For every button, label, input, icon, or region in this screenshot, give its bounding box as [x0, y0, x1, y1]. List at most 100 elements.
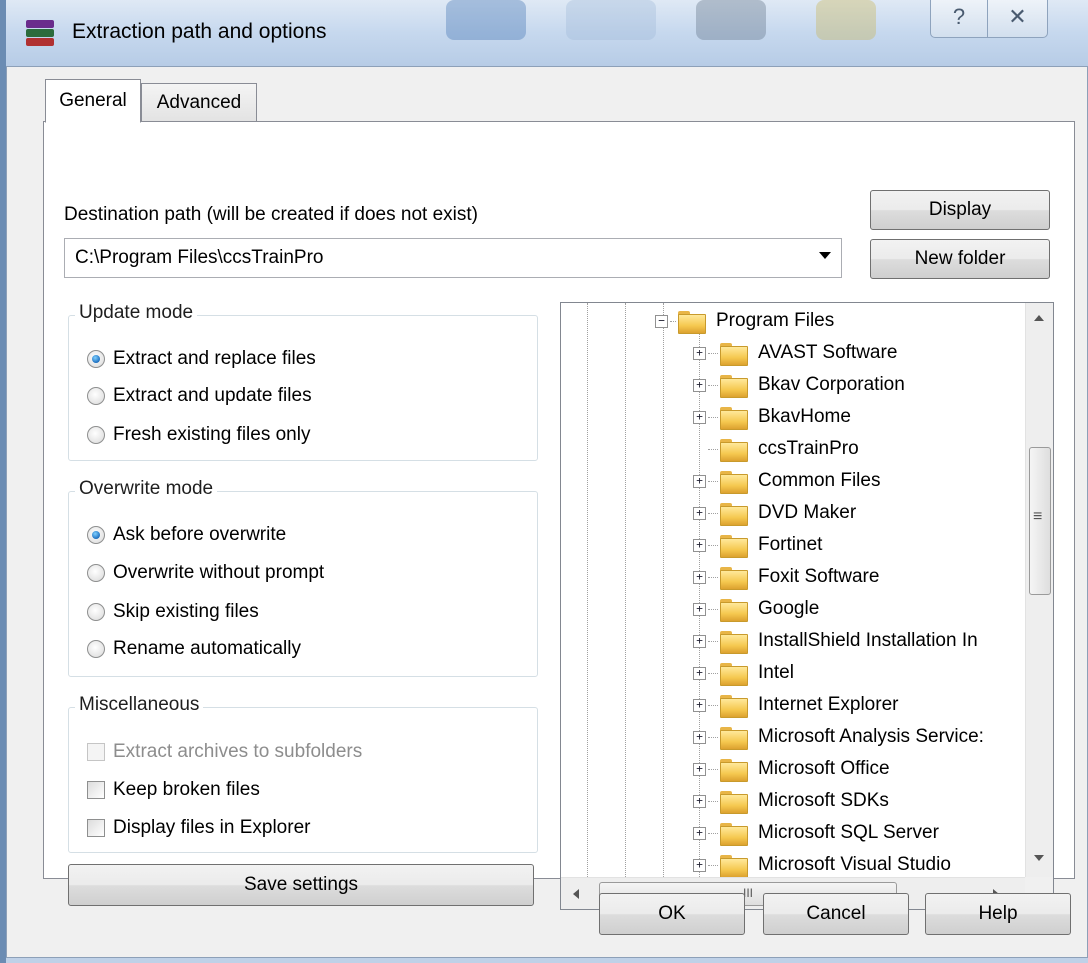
expand-icon[interactable]: +	[693, 794, 706, 808]
radio-label: Fresh existing files only	[113, 424, 311, 445]
checkbox-disabled	[87, 743, 105, 761]
tree-node-label: DVD Maker	[758, 502, 857, 523]
tree-guide-line	[625, 303, 626, 877]
tree-node-folder[interactable]: + AVAST Software	[693, 337, 897, 369]
tab-advanced[interactable]: Advanced	[141, 83, 257, 121]
cancel-button[interactable]: Cancel	[763, 893, 909, 935]
radio-button-selected[interactable]	[87, 350, 105, 368]
tree-node-label: Microsoft Office	[758, 758, 890, 779]
ok-button[interactable]: OK	[599, 893, 745, 935]
tree-node-folder[interactable]: + Fortinet	[693, 529, 822, 561]
expand-icon[interactable]: +	[693, 634, 706, 648]
tree-node-folder[interactable]: + Microsoft Office	[693, 753, 890, 785]
radio-fresh-existing[interactable]: Fresh existing files only	[87, 422, 310, 448]
vertical-scrollbar[interactable]: ≡	[1025, 303, 1053, 877]
tree-branch-line	[708, 384, 718, 386]
background-decoration	[566, 0, 656, 40]
tree-node-folder[interactable]: + Microsoft Visual Studio	[693, 849, 951, 877]
collapse-icon[interactable]: −	[655, 314, 668, 328]
scroll-grip-icon: ≡	[1033, 508, 1043, 525]
expand-icon[interactable]: +	[693, 506, 706, 520]
expand-icon[interactable]: +	[693, 826, 706, 840]
tree-branch-line	[708, 704, 718, 706]
radio-button[interactable]	[87, 603, 105, 621]
folder-icon	[720, 438, 748, 462]
tree-node-folder[interactable]: + InstallShield Installation In	[693, 625, 978, 657]
close-icon: ✕	[1008, 4, 1027, 29]
close-title-button[interactable]: ✕	[988, 0, 1048, 38]
expand-icon[interactable]: +	[693, 602, 706, 616]
tree-node-label: Microsoft Visual Studio	[758, 854, 951, 875]
tree-node-folder[interactable]: + Bkav Corporation	[693, 369, 905, 401]
dropdown-arrow-icon[interactable]	[819, 252, 831, 259]
scroll-up-arrow-icon[interactable]	[1034, 315, 1044, 321]
folder-icon	[720, 694, 748, 718]
tree-node-label: Foxit Software	[758, 566, 880, 587]
scroll-down-arrow-icon[interactable]	[1034, 855, 1044, 861]
tree-branch-line	[708, 864, 718, 866]
tree-node-folder[interactable]: + Intel	[693, 657, 794, 689]
tree-node-label: Microsoft SDKs	[758, 790, 889, 811]
radio-button[interactable]	[87, 640, 105, 658]
radio-button[interactable]	[87, 387, 105, 405]
expand-icon[interactable]: +	[693, 698, 706, 712]
check-keep-broken-files[interactable]: Keep broken files	[87, 777, 260, 803]
tree-node-folder[interactable]: + DVD Maker	[693, 497, 856, 529]
expand-icon[interactable]: +	[693, 570, 706, 584]
radio-skip-existing[interactable]: Skip existing files	[87, 599, 259, 625]
checkbox[interactable]	[87, 781, 105, 799]
tree-node-folder[interactable]: + Microsoft Analysis Service:	[693, 721, 984, 753]
radio-overwrite-without-prompt[interactable]: Overwrite without prompt	[87, 560, 324, 586]
vertical-scroll-thumb[interactable]: ≡	[1029, 447, 1051, 595]
tree-guide-line	[663, 303, 664, 877]
tree-node-folder[interactable]: ccsTrainPro	[693, 433, 859, 465]
expand-icon[interactable]: +	[693, 538, 706, 552]
destination-path-value: C:\Program Files\ccsTrainPro	[75, 247, 324, 268]
expand-icon[interactable]: +	[693, 730, 706, 744]
expand-icon[interactable]: +	[693, 762, 706, 776]
radio-ask-before-overwrite[interactable]: Ask before overwrite	[87, 522, 286, 548]
expand-icon[interactable]: +	[693, 378, 706, 392]
folder-tree[interactable]: − Program Files + AVAST Software + Bkav Cor…	[560, 302, 1054, 910]
check-display-files-explorer[interactable]: Display files in Explorer	[87, 815, 310, 841]
tree-branch-line	[708, 736, 718, 738]
expand-icon[interactable]: +	[693, 666, 706, 680]
new-folder-button[interactable]: New folder	[870, 239, 1050, 279]
tree-branch-line	[708, 608, 718, 610]
tree-node-folder[interactable]: + Microsoft SDKs	[693, 785, 889, 817]
checkbox[interactable]	[87, 819, 105, 837]
tab-general[interactable]: General	[45, 79, 141, 123]
display-button[interactable]: Display	[870, 190, 1050, 230]
help-button[interactable]: Help	[925, 893, 1071, 935]
expand-icon[interactable]: +	[693, 474, 706, 488]
expand-icon[interactable]: +	[693, 410, 706, 424]
radio-button-selected[interactable]	[87, 526, 105, 544]
radio-label: Overwrite without prompt	[113, 562, 325, 583]
radio-button[interactable]	[87, 564, 105, 582]
overwrite-mode-title: Overwrite mode	[75, 478, 218, 500]
destination-path-combobox[interactable]: C:\Program Files\ccsTrainPro	[64, 238, 842, 278]
save-settings-button[interactable]: Save settings	[68, 864, 534, 906]
tree-node-folder[interactable]: + Google	[693, 593, 819, 625]
tree-branch-line	[708, 672, 718, 674]
tree-node-program-files[interactable]: − Program Files	[655, 305, 834, 337]
help-title-button[interactable]: ?	[930, 0, 988, 38]
check-extract-archives-subfolders[interactable]: Extract archives to subfolders	[87, 739, 362, 765]
radio-extract-replace[interactable]: Extract and replace files	[87, 346, 316, 372]
tree-branch-line	[708, 768, 718, 770]
tree-node-label: Microsoft Analysis Service:	[758, 726, 984, 747]
tree-node-folder[interactable]: + Common Files	[693, 465, 880, 497]
tree-node-folder[interactable]: + Microsoft SQL Server	[693, 817, 939, 849]
tree-node-folder[interactable]: + Foxit Software	[693, 561, 879, 593]
expand-icon[interactable]: +	[693, 858, 706, 872]
miscellaneous-group: Miscellaneous Extract archives to subfol…	[68, 694, 538, 853]
overwrite-mode-group: Overwrite mode Ask before overwrite Over…	[68, 478, 538, 677]
radio-button[interactable]	[87, 426, 105, 444]
scroll-left-arrow-icon[interactable]	[573, 889, 579, 899]
radio-rename-automatically[interactable]: Rename automatically	[87, 636, 301, 662]
radio-extract-update[interactable]: Extract and update files	[87, 383, 312, 409]
expand-icon[interactable]: +	[693, 346, 706, 360]
tree-node-folder[interactable]: + Internet Explorer	[693, 689, 898, 721]
tree-node-folder[interactable]: + BkavHome	[693, 401, 851, 433]
tree-branch-line	[708, 800, 718, 802]
